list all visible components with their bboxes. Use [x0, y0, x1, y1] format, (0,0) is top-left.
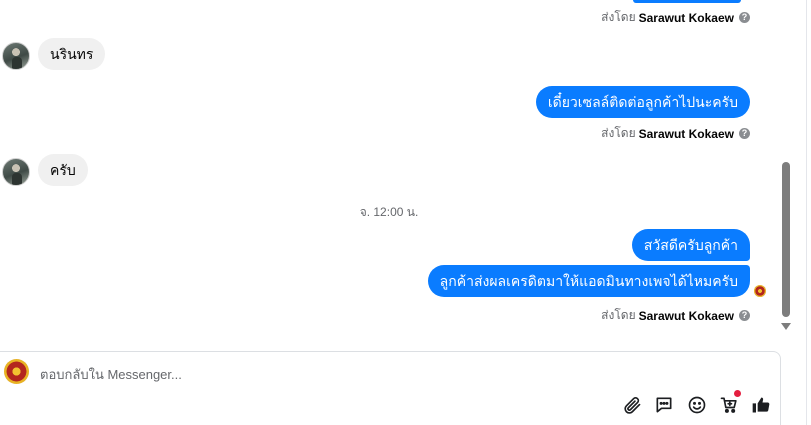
sent-by-label: ส่งโดย [601, 10, 636, 24]
help-icon[interactable]: ? [739, 128, 750, 139]
thumbs-up-icon[interactable] [750, 394, 772, 416]
sent-by-line: ส่งโดย Sarawut Kokaew ? [601, 8, 750, 27]
incoming-message[interactable]: ครับ [38, 154, 88, 186]
sent-by-name: Sarawut Kokaew [638, 126, 734, 141]
sent-by-line: ส่งโดย Sarawut Kokaew ? [601, 306, 750, 325]
message-thread: ส่งโดย Sarawut Kokaew ? นรินทร เดี๋ยวเซล… [0, 0, 778, 345]
sent-by-name: Sarawut Kokaew [638, 308, 734, 323]
sent-by-label: ส่งโดย [601, 126, 636, 140]
paperclip-icon[interactable] [621, 394, 643, 416]
notification-dot [734, 390, 741, 397]
incoming-message[interactable]: นรินทร [38, 38, 106, 70]
reply-input[interactable] [40, 364, 600, 384]
help-icon[interactable]: ? [739, 12, 750, 23]
message-timestamp: จ. 12:00 น. [359, 205, 419, 219]
sent-by-name: Sarawut Kokaew [638, 10, 734, 25]
help-icon[interactable]: ? [739, 310, 750, 321]
cart-icon[interactable] [718, 394, 740, 416]
panel-divider [806, 0, 807, 425]
scrollbar-thumb[interactable] [782, 162, 790, 317]
outgoing-message[interactable]: สวัสดีครับลูกค้า [631, 229, 750, 261]
outgoing-message[interactable]: ลูกค้าส่งผลเครดิตมาให้แอดมินทางเพจได้ไหม… [427, 265, 750, 297]
sent-by-label: ส่งโดย [601, 308, 636, 322]
customer-avatar[interactable] [2, 42, 30, 70]
page-avatar [4, 359, 29, 384]
scroll-down-arrow-icon[interactable] [781, 323, 791, 330]
chat-bubble-icon[interactable] [653, 394, 675, 416]
customer-avatar[interactable] [2, 158, 30, 186]
smiley-icon[interactable] [686, 394, 708, 416]
outgoing-message[interactable]: เดี๋ยวเซลล์ติดต่อลูกค้าไปนะครับ [535, 86, 750, 118]
sent-by-line: ส่งโดย Sarawut Kokaew ? [601, 124, 750, 143]
seen-by-avatar [754, 285, 766, 297]
previous-message-edge [633, 0, 741, 3]
